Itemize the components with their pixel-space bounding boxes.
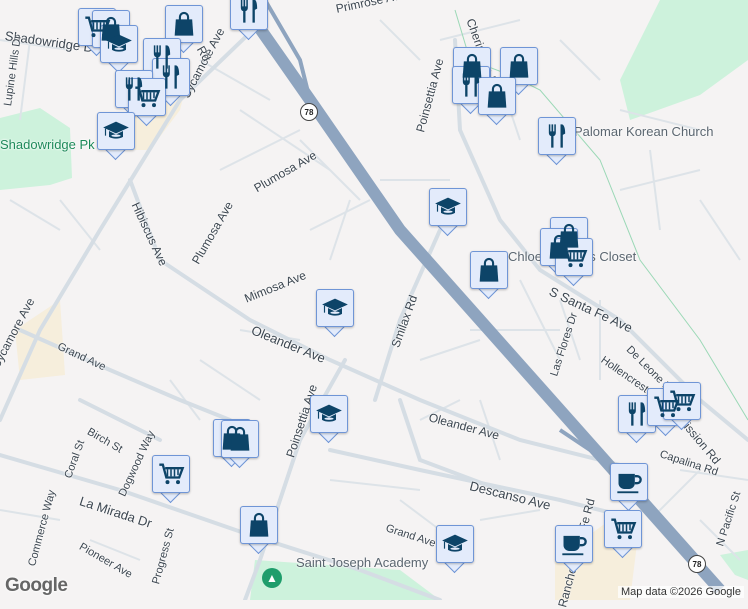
- marker-box: [316, 289, 354, 327]
- park-area: [620, 0, 748, 120]
- marker-box: [230, 0, 268, 30]
- marker-box: [663, 382, 701, 420]
- restaurant-icon: [235, 0, 263, 25]
- google-logo: Google: [5, 575, 68, 596]
- marker-box: [240, 506, 278, 544]
- marker-box: [436, 525, 474, 563]
- restaurant-marker[interactable]: [618, 395, 656, 444]
- marker-box: [555, 238, 593, 276]
- shop-marker[interactable]: [478, 77, 516, 126]
- school-icon: [441, 530, 469, 558]
- poi-shadowridge-park[interactable]: Shadowridge Pk: [0, 137, 95, 152]
- school-marker[interactable]: [436, 525, 474, 574]
- coffee-icon: [560, 530, 588, 558]
- school-icon: [434, 193, 462, 221]
- cart-icon: [609, 515, 637, 543]
- shop-icon: [475, 256, 503, 284]
- school-icon: [105, 30, 133, 58]
- poi-saint-joseph-academy[interactable]: Saint Joseph Academy: [296, 555, 428, 570]
- marker-box: [152, 455, 190, 493]
- marker-box: [500, 47, 538, 85]
- marker-box: [429, 188, 467, 226]
- coffee-marker[interactable]: [610, 463, 648, 512]
- shop-marker[interactable]: [221, 420, 259, 469]
- highway-shield-78: 78: [300, 103, 318, 121]
- marker-box: [470, 251, 508, 289]
- cart-marker[interactable]: [152, 455, 190, 504]
- school-marker[interactable]: [100, 25, 138, 74]
- marker-box: [478, 77, 516, 115]
- cart-marker[interactable]: [663, 382, 701, 431]
- cart-icon: [668, 387, 696, 415]
- park-tree-icon[interactable]: ▲: [262, 568, 282, 588]
- marker-box: [618, 395, 656, 433]
- cart-icon: [157, 460, 185, 488]
- shop-icon: [226, 425, 254, 453]
- restaurant-icon: [457, 71, 485, 99]
- shop-marker[interactable]: [240, 506, 278, 555]
- marker-box: [604, 510, 642, 548]
- cart-icon: [133, 83, 161, 111]
- shop-icon: [483, 82, 511, 110]
- restaurant-icon: [623, 400, 651, 428]
- marker-box: [97, 112, 135, 150]
- marker-box: [538, 117, 576, 155]
- cart-icon: [560, 243, 588, 271]
- restaurant-marker[interactable]: [538, 117, 576, 166]
- marker-box: [610, 463, 648, 501]
- shop-marker[interactable]: [470, 251, 508, 300]
- school-marker[interactable]: [316, 289, 354, 338]
- restaurant-marker[interactable]: [230, 0, 268, 41]
- school-icon: [102, 117, 130, 145]
- school-icon: [315, 400, 343, 428]
- marker-box: [128, 78, 166, 116]
- restaurant-icon: [157, 63, 185, 91]
- school-marker[interactable]: [429, 188, 467, 237]
- poi-palomar-korean-church[interactable]: Palomar Korean Church: [574, 124, 713, 139]
- map-attribution[interactable]: Map data ©2026 Google: [617, 586, 744, 598]
- school-marker[interactable]: [97, 112, 135, 161]
- marker-box: [310, 395, 348, 433]
- cart-marker[interactable]: [604, 510, 642, 559]
- marker-box: [555, 525, 593, 563]
- coffee-icon: [615, 468, 643, 496]
- marker-box: [165, 5, 203, 43]
- school-marker[interactable]: [310, 395, 348, 444]
- shop-icon: [505, 52, 533, 80]
- shop-icon: [245, 511, 273, 539]
- cart-marker[interactable]: [555, 238, 593, 287]
- restaurant-icon: [543, 122, 571, 150]
- highway-shield-78: 78: [688, 555, 706, 573]
- shop-icon: [170, 10, 198, 38]
- school-icon: [321, 294, 349, 322]
- marker-box: [100, 25, 138, 63]
- marker-box: [221, 420, 259, 458]
- coffee-marker[interactable]: [555, 525, 593, 574]
